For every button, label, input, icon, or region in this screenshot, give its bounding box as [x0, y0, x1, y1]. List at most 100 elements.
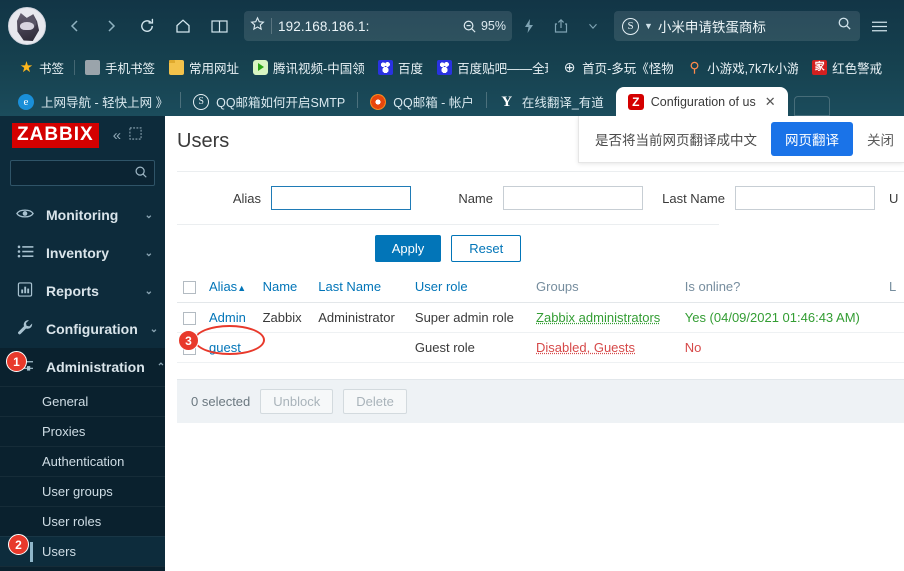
users-table: Alias▲ Name Last Name User role Groups I…	[177, 271, 904, 364]
cell-alias[interactable]: guest	[203, 332, 257, 364]
table-row[interactable]: Admin Zabbix Administrator Super admin r…	[177, 302, 904, 334]
menu-icon[interactable]	[862, 11, 896, 41]
col-login: L	[882, 271, 904, 304]
collapse-sidebar-icon[interactable]: «	[113, 127, 121, 144]
sidebar-item-proxies[interactable]: Proxies	[0, 416, 165, 446]
delete-button[interactable]: Delete	[343, 389, 407, 415]
select-all-checkbox[interactable]	[183, 281, 196, 295]
bookmark-item[interactable]: 常用网址	[162, 56, 246, 80]
alias-input[interactable]	[271, 186, 411, 210]
col-alias[interactable]: Alias▲	[203, 271, 257, 304]
sidebar-item-media-types[interactable]: Media types	[0, 566, 165, 571]
search-icon[interactable]	[134, 165, 148, 182]
col-user-role[interactable]: User role	[408, 271, 531, 304]
zabbix-logo[interactable]: ZABBIX	[12, 122, 99, 148]
select-all-header[interactable]	[177, 271, 203, 304]
tab-item[interactable]: S QQ邮箱如何开启SMTP	[181, 87, 357, 116]
sidebar-item-general[interactable]: General	[0, 386, 165, 416]
new-tab-button[interactable]	[793, 96, 830, 116]
cell-groups[interactable]: Disabled, Guests	[530, 332, 679, 364]
sidebar-item-inventory[interactable]: Inventory ⌄	[0, 234, 165, 272]
home-icon[interactable]	[166, 9, 200, 43]
user-alias-link[interactable]: Admin	[209, 310, 246, 325]
group-link[interactable]: Zabbix administrators	[536, 310, 660, 325]
tencent-video-icon	[253, 60, 269, 75]
cell-alias[interactable]: Admin	[203, 302, 257, 334]
tab-item[interactable]: QQ邮箱 - 帐户	[358, 87, 486, 116]
bookmark-item[interactable]: 腾讯视频-中国领先	[246, 56, 371, 80]
lightning-icon[interactable]	[514, 11, 544, 41]
avatar[interactable]	[8, 7, 46, 45]
user-alias-link[interactable]: guest	[209, 340, 241, 355]
alias-label: Alias	[232, 190, 261, 206]
content-panel: Alias Name Last Name U Apply Reset Alias…	[177, 166, 904, 571]
forward-icon[interactable]	[94, 9, 128, 43]
translate-close-button[interactable]: 关闭	[867, 129, 894, 149]
close-icon[interactable]: ✕	[765, 94, 776, 110]
sidebar-item-configuration[interactable]: Configuration ⌄	[0, 310, 165, 348]
reading-list-icon[interactable]	[202, 9, 236, 43]
col-label: L	[888, 279, 897, 295]
col-label: Groups	[536, 279, 579, 295]
main-content: Users 是否将当前网页翻译成中文 网页翻译 关闭 Alias Name La…	[165, 116, 904, 571]
bookmark-item[interactable]: ★ 书签	[12, 56, 71, 80]
sidebar-subitem-label: Users	[42, 544, 76, 559]
bookmark-item[interactable]: 百度	[371, 56, 430, 80]
chevron-down-icon[interactable]	[578, 11, 608, 41]
apply-button[interactable]: Apply	[374, 235, 442, 262]
sidebar-header: ZABBIX «	[0, 116, 165, 154]
online-status: Yes (04/09/2021 01:46:43 AM)	[684, 310, 860, 326]
col-last-name[interactable]: Last Name	[312, 271, 409, 304]
search-bar[interactable]: S ▼ 小米申请铁蛋商标	[614, 11, 860, 41]
row-checkbox-cell[interactable]	[177, 302, 203, 334]
name-label: Name	[458, 190, 493, 206]
translate-question: 是否将当前网页翻译成中文	[595, 133, 757, 148]
lastname-label: Last Name	[662, 190, 725, 206]
star-icon: ★	[19, 59, 34, 76]
url-text[interactable]: 192.168.186.1:	[278, 19, 456, 34]
search-engine-chevron-icon[interactable]: ▼	[644, 21, 653, 31]
sidebar-search-input[interactable]	[10, 160, 155, 186]
zoom-indicator[interactable]: 95%	[462, 19, 506, 34]
lastname-input[interactable]	[735, 186, 875, 210]
cell-groups[interactable]: Zabbix administrators	[530, 302, 679, 334]
bookmark-item[interactable]: ⚲ 小游戏,7k7k小游戏	[680, 56, 805, 80]
balloon-icon: ⚲	[689, 59, 700, 75]
sidebar-item-user-roles[interactable]: User roles	[0, 506, 165, 536]
back-icon[interactable]	[58, 9, 92, 43]
reset-button[interactable]: Reset	[451, 235, 522, 262]
url-bar[interactable]: 192.168.186.1: 95%	[244, 11, 512, 41]
sidebar-item-authentication[interactable]: Authentication	[0, 446, 165, 476]
name-input[interactable]	[503, 186, 643, 210]
bookmarks-bar: ★ 书签 手机书签 常用网址 腾讯视频-中国领先 百度 百度贴吧——全球 ⊕ 首页-…	[0, 52, 904, 83]
reload-icon[interactable]	[130, 9, 164, 43]
search-icon[interactable]	[837, 16, 852, 36]
pin-sidebar-icon[interactable]	[129, 127, 142, 143]
bookmark-item[interactable]: 手机书签	[78, 56, 162, 80]
sidebar-item-user-groups[interactable]: User groups	[0, 476, 165, 506]
bookmark-label: 常用网址	[189, 62, 240, 76]
share-icon[interactable]	[546, 11, 576, 41]
tab-item-active[interactable]: Z Configuration of us ✕	[615, 87, 788, 116]
bookmark-star-icon[interactable]	[250, 16, 265, 36]
col-name[interactable]: Name	[256, 271, 313, 304]
col-label: Name	[262, 279, 298, 295]
tab-item[interactable]: Y 在线翻译_有道	[487, 87, 616, 116]
row-checkbox[interactable]	[183, 312, 196, 326]
translate-button[interactable]: 网页翻译	[771, 122, 853, 156]
bookmark-item[interactable]: ⊕ 首页-多玩《怪物猎	[555, 56, 680, 80]
search-query[interactable]: 小米申请铁蛋商标	[658, 16, 832, 36]
unblock-button[interactable]: Unblock	[260, 389, 334, 415]
tab-item[interactable]: e 上网导航 - 轻快上网 》	[6, 87, 180, 116]
bookmark-label: 腾讯视频-中国领先	[273, 62, 365, 76]
sidebar-item-monitoring[interactable]: Monitoring ⌄	[0, 196, 165, 234]
bookmark-item[interactable]: 百度贴吧——全球	[430, 56, 555, 80]
edge-icon: e	[18, 93, 34, 110]
zabbix-sidebar: ZABBIX « Monitoring ⌄ Inventory ⌄ Report…	[0, 116, 165, 571]
sidebar-item-reports[interactable]: Reports ⌄	[0, 272, 165, 310]
eye-icon	[16, 207, 34, 224]
group-link[interactable]: Disabled, Guests	[536, 340, 635, 355]
skin-icon[interactable]	[898, 11, 904, 41]
bookmark-item[interactable]: 家红色警戒	[805, 56, 889, 80]
table-row[interactable]: guest Guest role Disabled, Guests No	[177, 332, 904, 364]
